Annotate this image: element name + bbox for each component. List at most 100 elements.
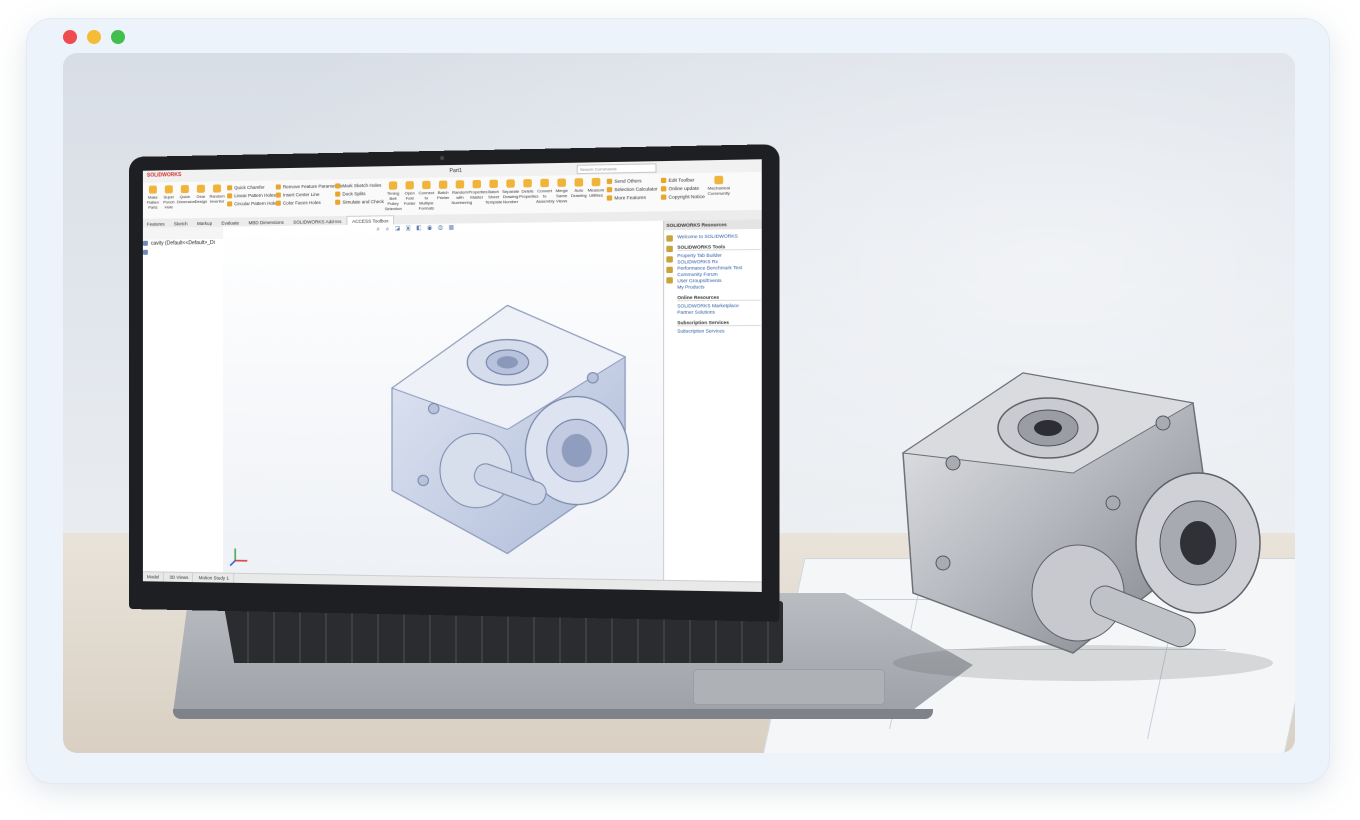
random-with-numbering-button[interactable]: Random with Numbering xyxy=(452,180,472,205)
ribbon-list-2: Remove Feature Parameters Insert Center … xyxy=(276,182,343,208)
file-explorer-tab-icon[interactable] xyxy=(666,256,673,263)
ribbon-list-5: Edit Toolbar Online update Copyright Not… xyxy=(661,176,705,202)
make-flatten-parts-icon xyxy=(148,185,157,194)
coordinate-triad-icon xyxy=(229,546,249,566)
measure-utilities-icon xyxy=(591,177,601,187)
ribbon-button-label: Separate Drawing Number xyxy=(502,188,520,205)
view-palette-tab-icon[interactable] xyxy=(666,266,673,274)
connect-to-multiple-formats-button[interactable]: Connect to Multiple Formats xyxy=(418,180,435,211)
ribbon-button-label: Connect to Multiple Formats xyxy=(418,189,435,211)
maximize-window-button[interactable] xyxy=(111,30,125,44)
webcam-icon xyxy=(439,155,445,161)
metal-gearbox-product xyxy=(893,372,1273,681)
tab-model[interactable]: Model xyxy=(142,572,165,582)
random-with-numbering-icon xyxy=(455,180,465,189)
welcome-link[interactable]: Welcome to SOLIDWORKS xyxy=(677,233,760,240)
laptop-edge xyxy=(173,709,933,719)
timing-belt-pulley-selection-button[interactable]: Timing Belt Pulley Selection xyxy=(385,181,402,211)
laptop-lid: SOLIDWORKS Part1 Search Commands Make Fl… xyxy=(129,144,780,622)
batch-printer-icon xyxy=(438,180,448,189)
tree-root[interactable]: cavity (Default<<Default>_Di xyxy=(143,239,223,249)
task-pane-tabs xyxy=(665,235,675,287)
open-fold-folder-icon xyxy=(405,181,414,190)
batch-sheet-template-button[interactable]: Batch Sheet Template xyxy=(485,179,503,205)
timing-belt-pulley-selection-icon xyxy=(388,181,398,190)
task-pane: SOLIDWORKS Resources Welcome to SOLIDWOR… xyxy=(663,219,762,582)
graphics-viewport[interactable]: ⌕ ⌕ ◪ ▣ ◧ ◉ ◍ ▦ xyxy=(223,220,664,580)
product-photo: SOLIDWORKS Part1 Search Commands Make Fl… xyxy=(63,53,1295,753)
resources-tab-icon[interactable] xyxy=(666,235,673,242)
merge-same-views-button[interactable]: Merge Same Views xyxy=(553,178,570,204)
tree-item-history[interactable]: History xyxy=(143,256,223,257)
batch-sheet-template-icon xyxy=(489,179,498,189)
mechanical-community-label: Mechanical Community xyxy=(707,185,730,196)
properties-master-icon xyxy=(472,179,481,189)
measure-utilities-button[interactable]: Measure Utilities xyxy=(587,177,605,198)
feature-tree: cavity (Default<<Default>_Di HistorySens… xyxy=(142,238,225,572)
random-inventor-button[interactable]: Random Inventor xyxy=(209,184,225,204)
tools-title: SOLIDWORKS Tools xyxy=(677,243,761,251)
connect-to-multiple-formats-icon xyxy=(422,180,431,190)
design-library-tab-icon[interactable] xyxy=(666,245,673,253)
merge-same-views-icon xyxy=(557,178,566,187)
ribbon-button-label: Random Inventor xyxy=(209,193,225,204)
task-pane-header: SOLIDWORKS Resources xyxy=(664,219,762,231)
solidworks-screen: SOLIDWORKS Part1 Search Commands Make Fl… xyxy=(142,159,762,592)
ribbon-button-label: Convert to Assembly xyxy=(536,188,555,204)
copyright-notice-button[interactable]: Copyright Notice xyxy=(661,193,705,202)
circular-pattern-holes-button[interactable]: Circular Pattern Holes xyxy=(227,200,279,209)
quick-dimension-button[interactable]: Quick Dimension xyxy=(177,184,196,204)
delete-properties-icon xyxy=(523,179,532,188)
tab-motion-study[interactable]: Motion Study 1 xyxy=(194,573,234,583)
appearances-tab-icon[interactable] xyxy=(666,277,673,284)
convert-to-assembly-button[interactable]: Convert to Assembly xyxy=(536,178,555,204)
mechanical-community-button[interactable]: Mechanical Community xyxy=(707,175,731,196)
separate-drawing-number-button[interactable]: Separate Drawing Number xyxy=(502,179,519,204)
ribbon-button-label: Make Flatten Parts xyxy=(146,194,159,210)
ribbon-button-label: Gear Design xyxy=(194,193,208,204)
app-window: SOLIDWORKS Part1 Search Commands Make Fl… xyxy=(26,18,1330,784)
ribbon-list-3: Mark Sketch Holes Dock Splits Simulate a… xyxy=(335,182,384,207)
community-link-3[interactable]: My Products xyxy=(677,284,760,291)
super-punch-hole-button[interactable]: Super Punch Hole xyxy=(161,185,177,209)
gear-design-button[interactable]: Gear Design xyxy=(193,184,209,204)
app-logo: SOLIDWORKS xyxy=(146,172,182,179)
more-features-button[interactable]: More Features xyxy=(607,194,658,203)
heads-up-view-toolbar[interactable]: ⌕ ⌕ ◪ ▣ ◧ ◉ ◍ ▦ xyxy=(376,226,455,234)
ribbon-button-label: Batch Sheet Template xyxy=(485,188,503,205)
delete-properties-button[interactable]: Delete Properties xyxy=(519,179,538,199)
simulate-and-check-button[interactable]: Simulate and Check xyxy=(335,198,384,207)
ribbon-button-label: Auto Drawing xyxy=(570,187,587,199)
random-inventor-icon xyxy=(212,184,222,193)
ribbon-button-label: Measure Utilities xyxy=(587,187,605,198)
close-window-button[interactable] xyxy=(63,30,77,44)
auto-drawing-icon xyxy=(574,178,584,187)
ribbon-list-1: Quick Chamfer Linear Pattern Holes Circu… xyxy=(227,183,279,208)
properties-master-button[interactable]: Properties Master xyxy=(468,179,488,200)
subscription-section: Subscription Services Subscription Servi… xyxy=(677,319,761,335)
ribbon-button-label: Merge Same Views xyxy=(555,187,568,204)
ribbon-button-label: Batch Printer xyxy=(436,189,450,201)
search-commands-input[interactable]: Search Commands xyxy=(576,163,657,175)
gear-design-icon xyxy=(196,184,205,193)
batch-printer-button[interactable]: Batch Printer xyxy=(435,180,452,200)
subscription-title: Subscription Services xyxy=(677,319,761,327)
online-section: Online Resources SOLIDWORKS Marketplace … xyxy=(677,294,761,316)
open-fold-folder-button[interactable]: Open Fold Folder xyxy=(401,181,418,206)
document-title: Part1 xyxy=(449,167,462,175)
auto-drawing-button[interactable]: Auto Drawing xyxy=(570,178,587,198)
minimize-window-button[interactable] xyxy=(87,30,101,44)
online-title: Online Resources xyxy=(677,294,761,302)
online-link-2[interactable]: Partner Solutions xyxy=(677,309,760,316)
ribbon-list-4: Send Others Selection Calculator More Fe… xyxy=(607,177,658,203)
welcome-section: Welcome to SOLIDWORKS xyxy=(677,233,760,240)
tools-section: SOLIDWORKS Tools Property Tab Builder SO… xyxy=(677,243,761,291)
gearbox-3d-model xyxy=(351,263,669,577)
quick-dimension-icon xyxy=(180,184,189,194)
make-flatten-parts-button[interactable]: Make Flatten Parts xyxy=(145,185,161,210)
color-faces-holes-button[interactable]: Color Faces Holes xyxy=(276,199,343,208)
laptop-trackpad xyxy=(693,669,885,705)
tab-3d-views[interactable]: 3D Views xyxy=(165,572,194,583)
subscription-link[interactable]: Subscription Services xyxy=(677,328,760,335)
convert-to-assembly-icon xyxy=(540,178,549,188)
